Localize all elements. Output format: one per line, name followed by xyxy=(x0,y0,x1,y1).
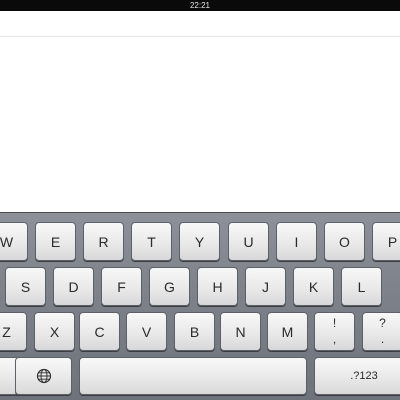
key-v[interactable]: V xyxy=(126,312,167,351)
key-z[interactable]: Z xyxy=(0,312,27,351)
key-label: R xyxy=(98,233,109,250)
key-y[interactable]: Y xyxy=(179,222,220,261)
key-i[interactable]: I xyxy=(276,222,317,261)
key-label: N xyxy=(235,323,246,340)
key-b[interactable]: B xyxy=(174,312,215,351)
key-j[interactable]: J xyxy=(245,267,286,306)
key-label: J xyxy=(262,278,269,295)
key-t[interactable]: T xyxy=(131,222,172,261)
key-question-period[interactable]: ? . xyxy=(362,312,400,351)
key-label: .?123 xyxy=(350,370,378,382)
key-label: T xyxy=(147,233,156,250)
key-label: C xyxy=(94,323,105,340)
key-f[interactable]: F xyxy=(101,267,142,306)
key-label: K xyxy=(308,278,319,295)
globe-button[interactable] xyxy=(15,357,72,395)
key-label: X xyxy=(49,323,60,340)
on-screen-keyboard: W E R T Y U I O P S D F G H J K L Z X C … xyxy=(0,212,400,400)
key-label: M xyxy=(281,323,294,340)
space-bar[interactable] xyxy=(79,357,307,395)
key-label-bottom: . xyxy=(380,332,385,346)
key-label: B xyxy=(189,323,200,340)
key-s[interactable]: S xyxy=(5,267,46,306)
key-label: V xyxy=(141,323,152,340)
key-g[interactable]: G xyxy=(149,267,190,306)
key-e[interactable]: E xyxy=(35,222,76,261)
key-w[interactable]: W xyxy=(0,222,28,261)
key-m[interactable]: M xyxy=(267,312,308,351)
key-o[interactable]: O xyxy=(324,222,365,261)
key-label: W xyxy=(0,233,14,250)
globe-icon xyxy=(36,368,51,384)
key-k[interactable]: K xyxy=(293,267,334,306)
key-h[interactable]: H xyxy=(197,267,238,306)
key-n[interactable]: N xyxy=(220,312,261,351)
key-label: O xyxy=(339,233,350,250)
numbers-key[interactable]: .?123 xyxy=(314,357,400,395)
key-p[interactable]: P xyxy=(372,222,400,261)
key-label-bottom: , xyxy=(332,332,337,346)
key-exclamation-comma[interactable]: ! , xyxy=(314,312,355,351)
key-label: S xyxy=(20,278,31,295)
key-r[interactable]: R xyxy=(83,222,124,261)
divider xyxy=(0,36,400,37)
key-label: F xyxy=(117,278,126,295)
status-bar: 22:21 xyxy=(0,0,400,11)
key-label-top: ? xyxy=(379,316,386,330)
key-c[interactable]: C xyxy=(79,312,120,351)
key-label: Z xyxy=(2,323,11,340)
status-time: 22:21 xyxy=(189,1,211,10)
key-l[interactable]: L xyxy=(341,267,382,306)
key-label: P xyxy=(387,233,398,250)
key-label: I xyxy=(294,233,299,250)
key-label: L xyxy=(357,278,366,295)
key-x[interactable]: X xyxy=(34,312,75,351)
key-label: H xyxy=(212,278,223,295)
key-label: D xyxy=(68,278,79,295)
key-label: G xyxy=(164,278,175,295)
key-d[interactable]: D xyxy=(53,267,94,306)
key-label: U xyxy=(243,233,254,250)
text-input-area[interactable] xyxy=(0,11,400,212)
key-u[interactable]: U xyxy=(228,222,269,261)
key-label: Y xyxy=(194,233,205,250)
key-label: E xyxy=(50,233,61,250)
key-label-top: ! xyxy=(332,316,337,330)
